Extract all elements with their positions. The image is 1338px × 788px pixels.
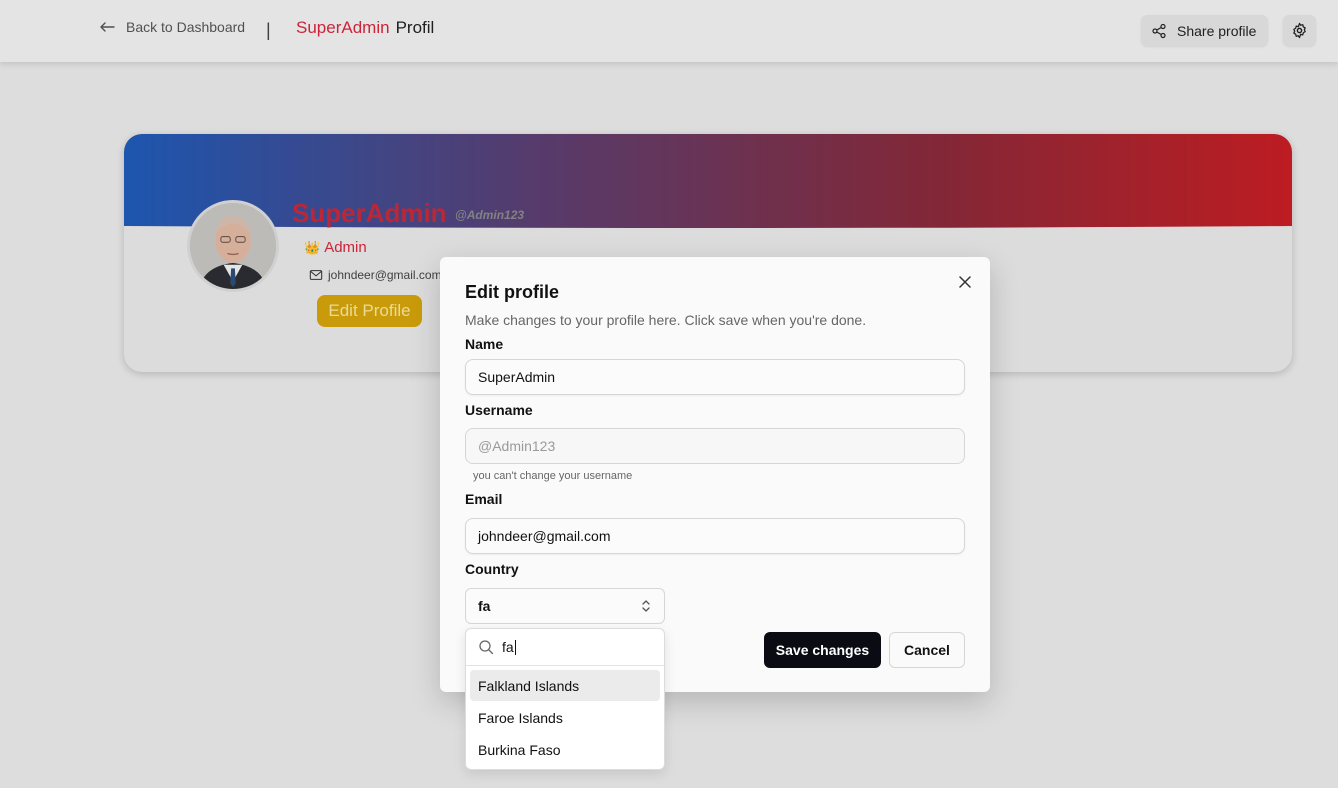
username-field: @Admin123 — [465, 428, 965, 464]
email-field[interactable]: johndeer@gmail.com — [465, 518, 965, 554]
cancel-button[interactable]: Cancel — [889, 632, 965, 668]
save-changes-button[interactable]: Save changes — [764, 632, 881, 668]
name-field[interactable]: SuperAdmin — [465, 359, 965, 395]
edit-profile-dialog: Edit profile Make changes to your profil… — [440, 257, 990, 692]
username-hint: you can't change your username — [473, 470, 633, 482]
country-select[interactable]: fa — [465, 588, 665, 624]
country-label: Country — [465, 561, 519, 577]
close-button[interactable] — [956, 273, 974, 291]
chevron-up-down-icon — [642, 600, 650, 612]
email-label: Email — [465, 491, 503, 507]
country-search-input[interactable]: fa — [466, 629, 664, 666]
text-caret — [514, 640, 516, 656]
username-label: Username — [465, 402, 533, 418]
country-select-value: fa — [478, 598, 491, 614]
name-label: Name — [465, 336, 504, 352]
dialog-title: Edit profile — [465, 282, 559, 302]
search-icon — [479, 640, 494, 655]
country-dropdown: fa Falkland Islands Faroe Islands Burkin… — [465, 628, 665, 770]
country-option[interactable]: Burkina Faso — [470, 734, 660, 765]
close-icon — [959, 276, 971, 288]
country-search-value: fa — [502, 638, 514, 655]
country-option[interactable]: Falkland Islands — [470, 670, 660, 701]
country-option[interactable]: Faroe Islands — [470, 702, 660, 733]
dialog-description: Make changes to your profile here. Click… — [465, 312, 867, 328]
